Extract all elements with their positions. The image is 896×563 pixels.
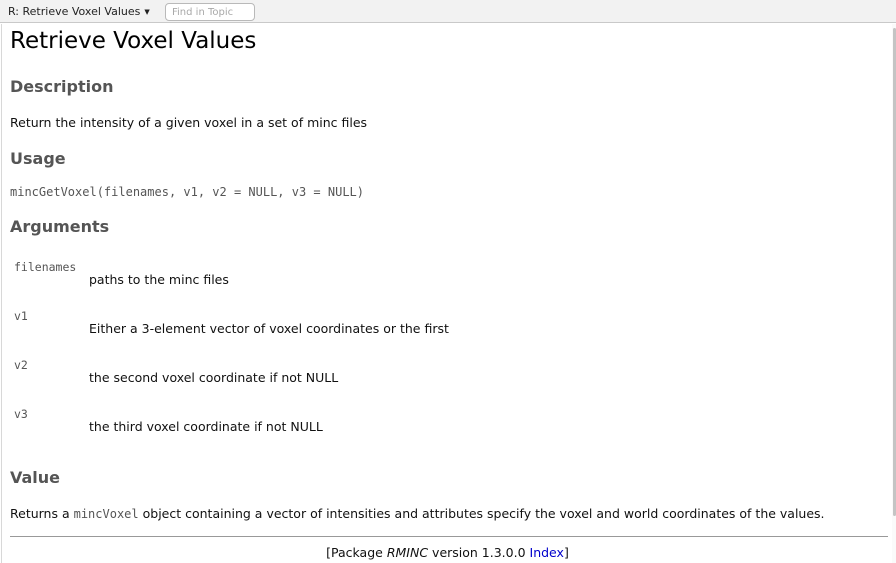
usage-heading: Usage bbox=[10, 149, 66, 168]
footer-divider bbox=[10, 536, 888, 537]
argument-name: v2 bbox=[14, 358, 28, 372]
description-heading: Description bbox=[10, 77, 114, 96]
page-title: Retrieve Voxel Values bbox=[10, 28, 257, 54]
index-link[interactable]: Index bbox=[530, 545, 564, 560]
package-footer: [Package RMINC version 1.3.0.0 Index] bbox=[2, 545, 893, 561]
argument-description: the second voxel coordinate if not NULL bbox=[89, 370, 339, 385]
argument-description: paths to the minc files bbox=[89, 272, 229, 287]
value-heading: Value bbox=[10, 468, 61, 487]
topic-dropdown-label: R: Retrieve Voxel Values bbox=[8, 5, 141, 18]
value-code: mincVoxel bbox=[73, 507, 139, 521]
package-version: version 1.3.0.0 bbox=[428, 545, 530, 560]
package-name: RMINC bbox=[386, 545, 429, 560]
argument-description: the third voxel coordinate if not NULL bbox=[89, 419, 323, 434]
usage-code: mincGetVoxel(filenames, v1, v2 = NULL, v… bbox=[10, 185, 365, 199]
footer-open: [Package bbox=[326, 545, 387, 560]
chevron-down-icon: ▼ bbox=[144, 8, 150, 16]
argument-name: filenames bbox=[14, 260, 77, 274]
argument-name: v3 bbox=[14, 407, 28, 421]
help-toolbar: R: Retrieve Voxel Values ▼ bbox=[0, 0, 896, 23]
value-text: Returns a mincVoxel object containing a … bbox=[10, 506, 825, 522]
find-in-topic-input[interactable] bbox=[165, 3, 255, 21]
arguments-heading: Arguments bbox=[10, 217, 110, 236]
argument-description: Either a 3-element vector of voxel coord… bbox=[89, 321, 449, 336]
topic-dropdown[interactable]: R: Retrieve Voxel Values ▼ bbox=[8, 5, 150, 19]
value-suffix: object containing a vector of intensitie… bbox=[138, 506, 825, 521]
argument-name: v1 bbox=[14, 309, 28, 323]
footer-close: ] bbox=[563, 545, 569, 560]
value-prefix: Returns a bbox=[10, 506, 74, 521]
description-text: Return the intensity of a given voxel in… bbox=[10, 115, 368, 130]
help-content[interactable]: Retrieve Voxel Values Description Return… bbox=[1, 24, 893, 563]
